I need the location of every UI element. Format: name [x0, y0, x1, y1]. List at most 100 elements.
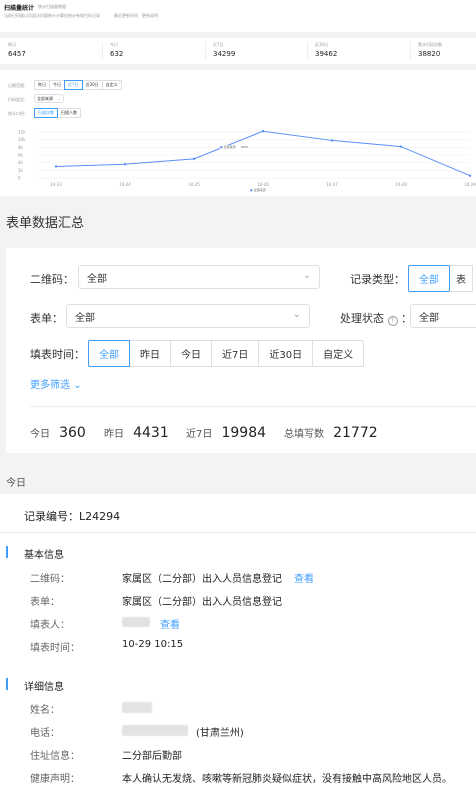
record-type-tab[interactable]: 表 — [449, 265, 473, 292]
y-tick-label: 10k — [18, 137, 26, 142]
series-line — [55, 130, 471, 177]
x-tick-label: 10-29 — [464, 182, 476, 187]
tooltip-value: 3000 — [240, 145, 249, 149]
fill-tab[interactable]: 近7日 — [211, 340, 260, 367]
fill-tab[interactable]: 昨日 — [129, 340, 171, 367]
time-tab-active[interactable]: 近7日 — [64, 80, 83, 90]
detail-info-title: 详细信息 — [24, 682, 64, 693]
data-point — [123, 163, 127, 166]
qr-filter-select[interactable]: 全部 ⌄ — [78, 265, 320, 289]
stat-7days: 近7日 34299 — [213, 42, 235, 58]
status-filter-label: 处理状态 ? ： — [340, 310, 412, 326]
status-label-text: 处理状态 — [340, 312, 384, 325]
stat-value: 39462 — [315, 50, 338, 58]
group-label: 今日 — [6, 478, 26, 489]
redacted-phone — [122, 725, 188, 736]
help-icon[interactable]: ? — [387, 316, 398, 326]
qr-filter-value: 全部 — [87, 274, 107, 285]
count-label: 近7日 — [186, 429, 213, 440]
row-value: 家属区（二分部）出入人员信息登记 — [122, 597, 282, 608]
chevron-down-icon: ⌄ — [57, 96, 61, 101]
data-point — [399, 145, 403, 148]
stat-yesterday: 昨日 6457 — [8, 42, 26, 58]
count-yesterday: 昨日 4431 — [104, 422, 169, 441]
qr-type-select[interactable]: 全部来源 ⌄ — [34, 94, 64, 103]
count-label: 今日 — [30, 429, 50, 440]
divider — [307, 42, 308, 60]
header-desc-1: 当前扫码量以页面访问量统计计算 — [4, 13, 64, 18]
legend-dot-icon: ● — [250, 188, 253, 192]
chart-tooltip: ● 全部来源 3000 — [220, 145, 249, 149]
status-filter-value: 全部 — [419, 313, 439, 324]
row-label: 填表时间： — [30, 643, 80, 654]
data-point — [330, 139, 334, 142]
row-value: 二分部后勤部 — [122, 751, 182, 762]
tooltip-label: 全部来源 — [223, 145, 236, 149]
summary-card: 二维码： 全部 ⌄ 记录类型： 全部 表 表单： 全部 ⌄ 处理状态 ? ： 全… — [6, 248, 476, 453]
fill-tab[interactable]: 今日 — [170, 340, 212, 367]
stat-tab-active[interactable]: 扫描次数 — [34, 108, 58, 118]
fill-time-tabs: 全部 昨日 今日 近7日 近30日 自定义 — [88, 340, 365, 367]
fill-tab-active[interactable]: 全部 — [88, 340, 130, 367]
view-filler-link[interactable]: 查看 — [160, 616, 180, 631]
time-tab[interactable]: 近30日 — [81, 80, 103, 90]
row-value: (甘肃兰州) — [196, 728, 244, 739]
status-filter-select[interactable]: 全部 — [410, 304, 476, 328]
time-range-label: 日期范围： — [8, 83, 28, 88]
y-tick-label: 0 — [18, 176, 21, 181]
data-point — [468, 174, 472, 177]
data-point — [192, 157, 196, 161]
more-filter-link[interactable]: 更多筛选 ⌄ — [30, 376, 82, 391]
more-filter-text: 更多筛选 — [30, 380, 70, 391]
x-tick-label: 10-25 — [188, 182, 200, 187]
form-filter-label: 表单： — [30, 312, 63, 325]
y-tick-label: 2k — [18, 168, 24, 173]
record-card[interactable]: 记录编号：L24294 基本信息 二维码： 家属区（二分部）出入人员信息登记 查… — [0, 494, 476, 800]
legend-label: 全部来源 — [253, 188, 266, 192]
time-range-tabs: 昨日 今日 近7日 近30日 自定义 — [34, 80, 122, 90]
time-tab[interactable]: 今日 — [49, 80, 65, 90]
fill-tab[interactable]: 自定义 — [312, 340, 365, 367]
count-label: 昨日 — [104, 429, 124, 440]
divider — [410, 42, 411, 60]
divider — [0, 532, 476, 533]
stat-tab[interactable]: 扫描人数 — [57, 108, 81, 118]
fill-tab[interactable]: 近30日 — [258, 340, 314, 367]
record-id: 记录编号：L24294 — [24, 510, 121, 523]
chart-legend: ● 全部来源 — [250, 188, 266, 192]
stat-label: 累计扫码次数 — [418, 42, 442, 47]
record-type-label: 记录类型： — [350, 273, 405, 286]
x-tick-label: 10-28 — [395, 182, 407, 187]
tooltip-dot-icon: ● — [220, 145, 223, 149]
record-type-tab-active[interactable]: 全部 — [408, 265, 450, 292]
stat-label: 今日 — [110, 42, 118, 47]
header-desc-2: 仅统计有效扫码记录 — [64, 13, 100, 18]
basic-info-bar — [6, 546, 8, 558]
divider — [30, 406, 476, 407]
stat-total: 累计扫码次数 38820 — [418, 42, 442, 58]
view-qr-link[interactable]: 查看 — [294, 570, 314, 585]
y-tick-label: 12k — [18, 130, 26, 135]
x-tick-label: 10-23 — [50, 182, 62, 187]
row-value: 本人确认无发烧、咳嗽等新冠肺炎疑似症状，没有接触中高风险地区人员。 — [122, 774, 452, 785]
count-value: 21772 — [333, 425, 378, 441]
stat-value: 38820 — [418, 50, 441, 58]
count-7days: 近7日 19984 — [186, 422, 266, 441]
row-label: 二维码： — [30, 574, 70, 585]
row-label: 住址信息： — [30, 751, 80, 762]
time-tab[interactable]: 昨日 — [34, 80, 50, 90]
redacted-name — [122, 702, 152, 713]
scan-stats-header: 扫描量统计 统计扫描量数据 当前扫码量以页面访问量统计计算 仅统计有效扫码记录 … — [0, 0, 476, 32]
time-tab[interactable]: 自定义 — [101, 80, 122, 90]
chevron-down-icon: ⌄ — [302, 270, 311, 281]
x-tick-label: 10-24 — [119, 182, 131, 187]
stat-label: 昨日 — [8, 42, 16, 47]
stat-type-tabs: 扫描次数 扫描人数 — [34, 108, 81, 118]
stat-30days: 近30日 39462 — [315, 42, 337, 58]
divider — [205, 42, 206, 60]
qr-filter-label: 二维码： — [30, 273, 74, 286]
stat-type-label: 统计口径： — [8, 111, 28, 116]
stat-value: 6457 — [8, 50, 26, 58]
form-filter-select[interactable]: 全部 ⌄ — [66, 304, 310, 328]
divider — [102, 42, 103, 60]
